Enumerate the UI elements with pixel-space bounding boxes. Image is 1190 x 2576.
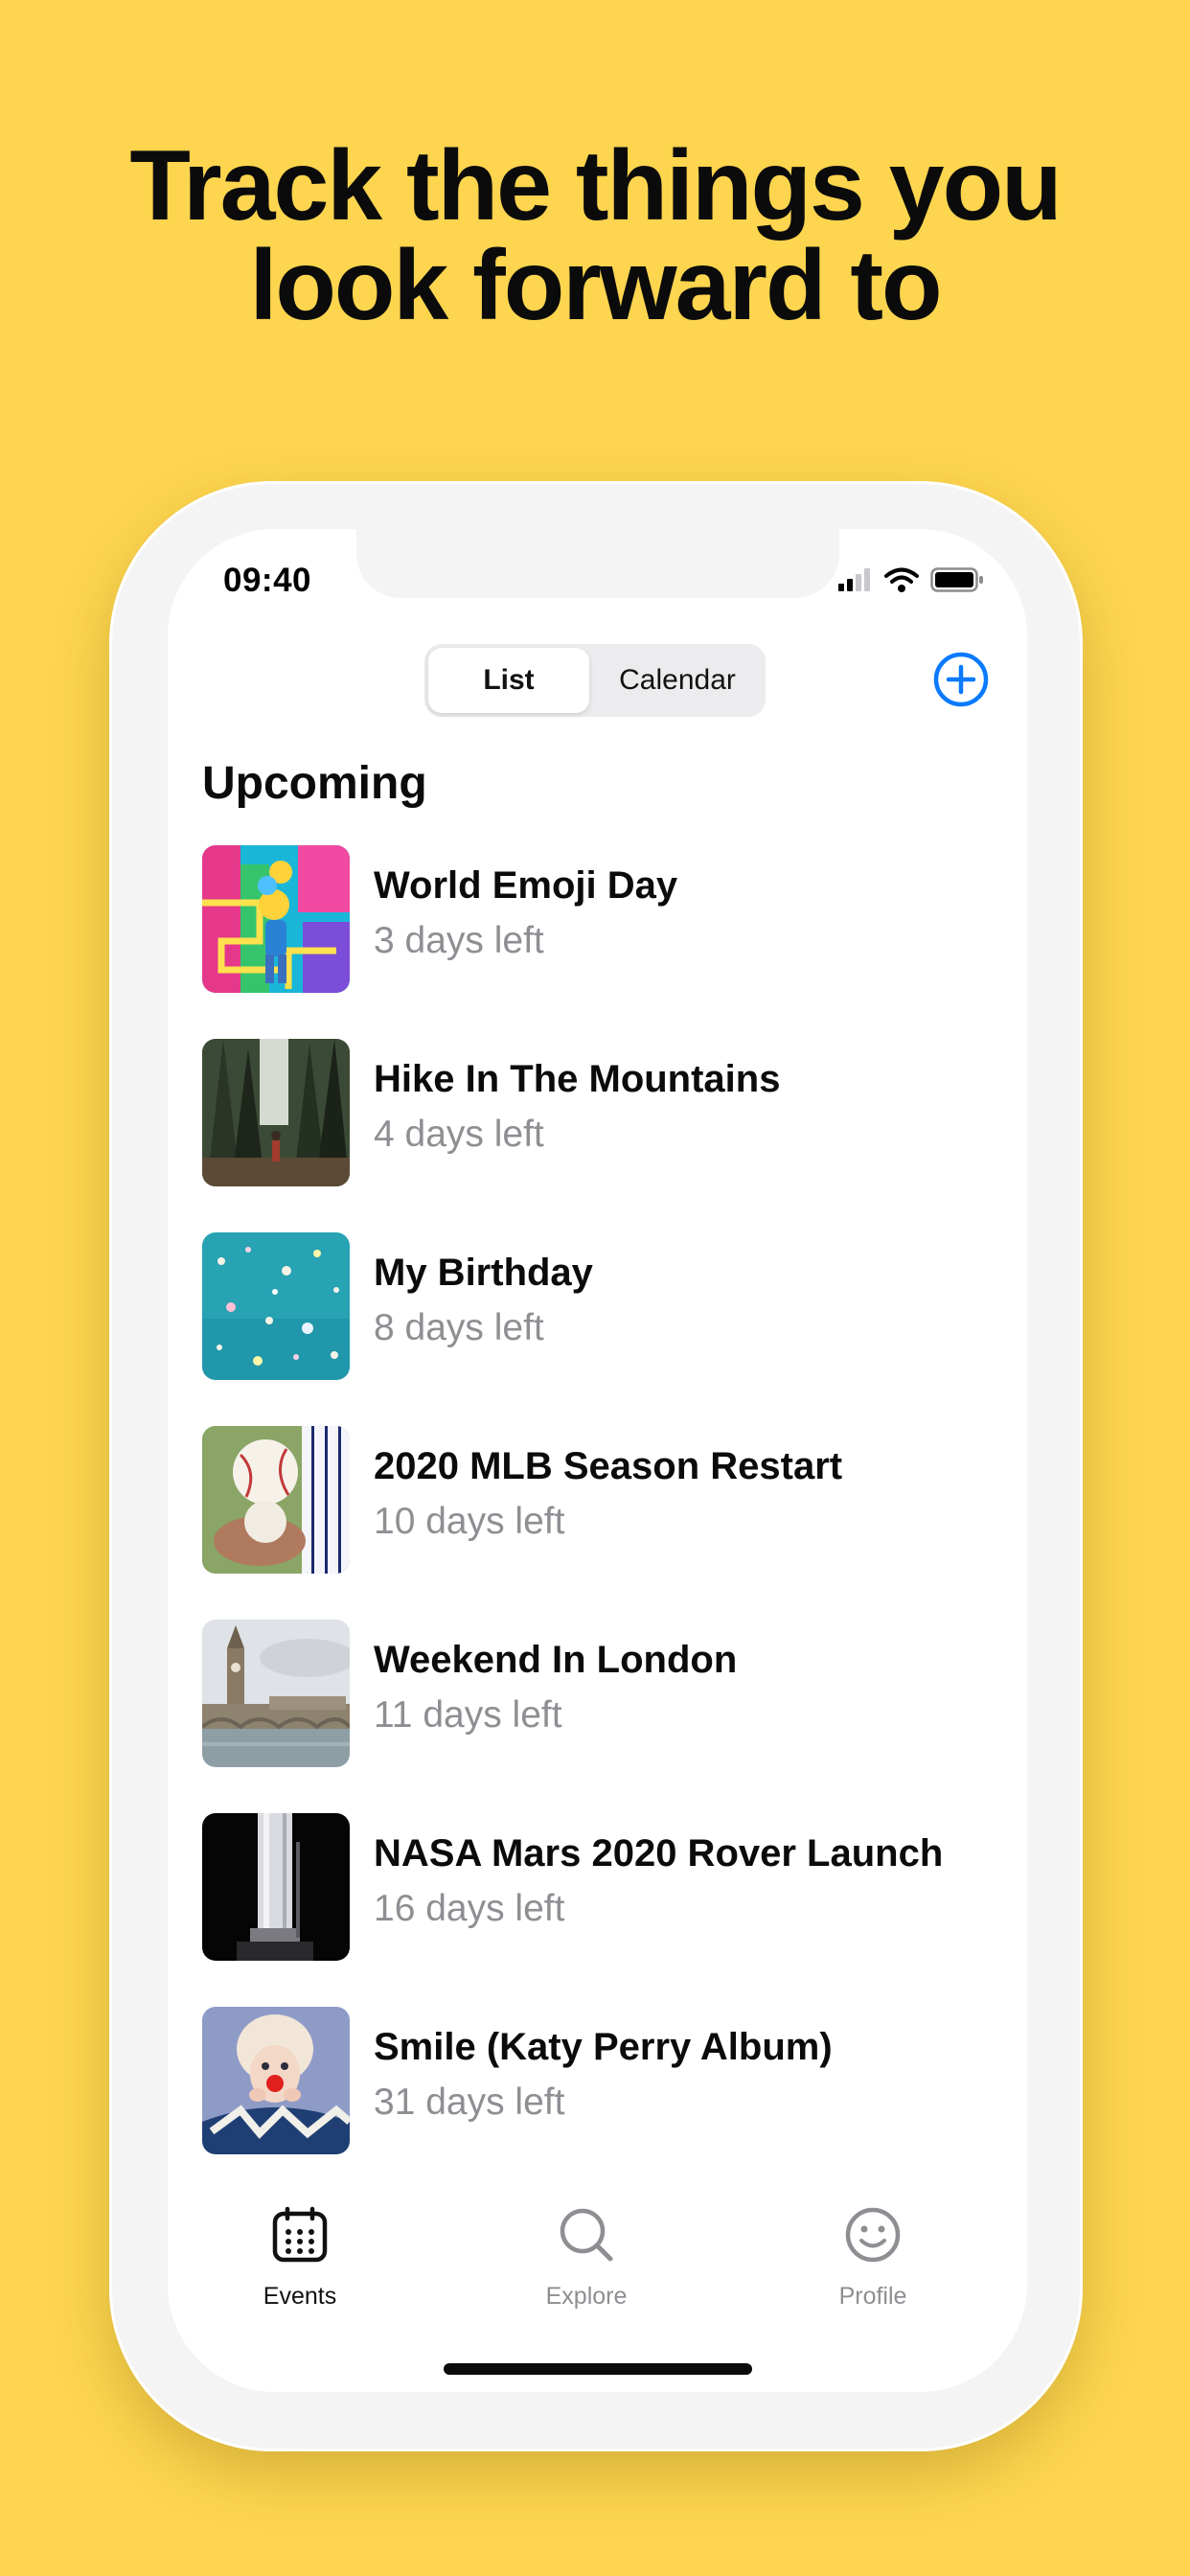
status-icons [838,567,984,592]
event-name: Hike In The Mountains [374,1058,781,1100]
headline: Track the things you look forward to [0,136,1190,335]
event-thumbnail [202,1620,350,1767]
event-thumbnail [202,1039,350,1186]
view-toggle: List Calendar [424,644,766,717]
event-thumbnail [202,1426,350,1574]
wifi-icon [884,567,919,592]
event-days-left: 3 days left [374,920,544,961]
headline-line-1: Track the things you [129,130,1062,242]
event-name: NASA Mars 2020 Rover Launch [374,1832,944,1874]
event-name: Weekend In London [374,1639,738,1681]
phone-screen: 09:40 List Calendar Upcoming World Emoji… [168,529,1027,2392]
tab-bar: Events Explore Profile [168,2206,1027,2331]
event-days-left: 16 days left [374,1888,565,1929]
event-days-left: 4 days left [374,1114,544,1155]
event-thumbnail [202,845,350,993]
event-days-left: 11 days left [374,1694,562,1736]
event-name: My Birthday [374,1252,593,1294]
plus-circle-icon [933,652,989,707]
calendar-icon [272,2206,328,2263]
battery-icon [930,567,983,592]
event-row[interactable]: Hike In The Mountains 4 days left [202,1039,997,1188]
add-event-button[interactable] [932,651,990,708]
smiley-icon [845,2207,901,2263]
event-name: Smile (Katy Perry Album) [374,2026,833,2068]
event-thumbnail [202,1232,350,1380]
event-thumbnail [202,2007,350,2154]
event-row[interactable]: NASA Mars 2020 Rover Launch 16 days left [202,1813,997,1963]
tab-label: Events [263,2283,337,2310]
event-row[interactable]: 2020 MLB Season Restart 10 days left [202,1426,997,1576]
signal-icon [838,568,870,591]
segment-calendar[interactable]: Calendar [593,648,762,713]
event-row[interactable]: Weekend In London 11 days left [202,1620,997,1769]
event-days-left: 10 days left [374,1501,565,1542]
tab-explore[interactable]: Explore [500,2206,673,2331]
status-time: 09:40 [223,562,312,599]
event-row[interactable]: Smile (Katy Perry Album) 31 days left [202,2007,997,2156]
section-title: Upcoming [202,758,427,809]
event-thumbnail [202,1813,350,1961]
tab-label: Explore [545,2283,628,2310]
notch [356,529,839,598]
event-name: 2020 MLB Season Restart [374,1445,843,1487]
event-days-left: 31 days left [374,2082,565,2123]
tab-label: Profile [838,2283,907,2310]
event-days-left: 8 days left [374,1307,544,1348]
event-row[interactable]: World Emoji Day 3 days left [202,845,997,995]
headline-line-2: look forward to [249,230,942,341]
event-name: World Emoji Day [374,864,678,907]
segment-list[interactable]: List [428,648,589,713]
tab-events[interactable]: Events [214,2206,386,2331]
event-row[interactable]: My Birthday 8 days left [202,1232,997,1382]
search-icon [560,2208,613,2262]
tab-profile[interactable]: Profile [787,2206,959,2331]
home-indicator [444,2363,752,2375]
